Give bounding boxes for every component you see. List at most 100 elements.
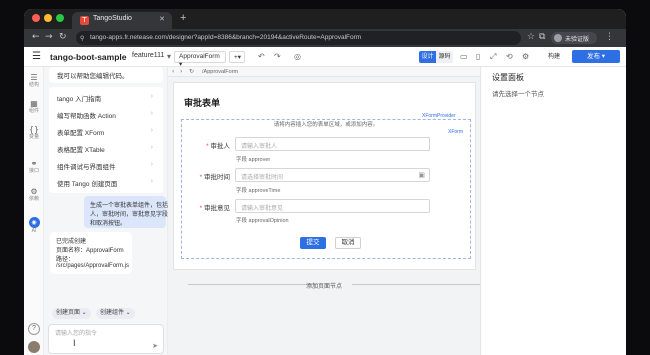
rail-item-outline[interactable]: ☰ 结构 xyxy=(24,73,44,88)
browser-tab[interactable]: T TangoStudio ✕ xyxy=(72,12,172,29)
suggestion-menu: tango 入门指南 › 编写帮助函数 Action › 表单配置 XForm › 表… xyxy=(49,87,163,193)
desktop-view-icon[interactable]: ▭ xyxy=(460,52,468,61)
redo-icon[interactable]: ↷ xyxy=(274,52,281,61)
chevron-right-icon: › xyxy=(150,110,153,117)
branch-name[interactable]: feature111 xyxy=(132,52,164,59)
new-tab-icon[interactable]: + xyxy=(180,12,186,24)
approve-time-placeholder: 请选择审批时间 xyxy=(241,175,284,181)
opinion-input[interactable]: 请输入审批意见 xyxy=(235,199,430,213)
back-icon[interactable]: ← xyxy=(32,32,40,43)
help-icon[interactable]: ? xyxy=(28,323,40,335)
source-mode-tab[interactable]: 源码 xyxy=(436,51,453,63)
canvas-route-path[interactable]: /ApprovalForm xyxy=(202,69,238,75)
field-label-text: 审批时间 xyxy=(204,174,230,181)
mode-switch[interactable]: 设计 源码 xyxy=(419,51,453,63)
approve-time-picker[interactable]: 请选择审批时间 ▣ xyxy=(235,168,430,182)
opinion-label: * 审批意见 xyxy=(199,205,230,212)
rail-item-dependency[interactable]: ⚙ 依赖 xyxy=(24,187,44,202)
quick-chip[interactable]: 创建组件 ⌄ xyxy=(96,308,135,319)
bookmark-icon[interactable]: ☆ xyxy=(527,32,535,43)
menu-item[interactable]: 使用 Tango 创建页面 › xyxy=(57,178,157,188)
site-info-icon[interactable]: ⚲ xyxy=(80,33,84,44)
text-cursor-icon: I xyxy=(73,338,76,348)
fullscreen-icon[interactable]: ⤢ xyxy=(490,52,496,61)
menu-item-label: 表格配置 XTable xyxy=(57,147,105,154)
send-icon[interactable]: ➤ xyxy=(152,342,158,350)
settings-title: 设置面板 xyxy=(492,73,524,82)
rail-label: AI xyxy=(31,228,37,234)
minimize-window-icon[interactable] xyxy=(44,14,52,22)
history-icon[interactable]: ⟲ xyxy=(506,52,513,61)
design-canvas: ‹ › ↻ /ApprovalForm 审批表单 XFormProvider 请… xyxy=(168,67,482,355)
undo-icon[interactable]: ↶ xyxy=(258,52,265,61)
maximize-window-icon[interactable] xyxy=(56,14,64,22)
branch-dropdown-icon[interactable]: ▾ xyxy=(167,52,171,61)
menu-item-label: 组件调试与界面组件 xyxy=(57,164,116,171)
settings-panel: 设置面板 请先选择一个节点 xyxy=(480,67,626,355)
add-button[interactable]: +▾ xyxy=(229,51,245,63)
settings-empty-hint: 请先选择一个节点 xyxy=(492,91,544,98)
more-menu-icon[interactable]: ⋮ xyxy=(605,32,614,43)
tab-close-icon[interactable]: ✕ xyxy=(159,15,165,23)
page-title: 审批表单 xyxy=(184,98,221,108)
route-select[interactable]: ApprovalForm ▾ xyxy=(174,51,226,68)
chat-input-placeholder: 请输入您的指令 xyxy=(55,331,98,337)
profile-label: 未验证版 xyxy=(565,37,590,43)
add-page-node[interactable]: 添加页面节点 xyxy=(168,281,480,290)
field-label-text: 审批人 xyxy=(210,143,231,150)
menu-item[interactable]: 编写帮助函数 Action › xyxy=(57,110,157,120)
rail-label: 结构 xyxy=(28,82,39,88)
rail-item-ai[interactable]: ◉ AI xyxy=(24,217,44,234)
rail-item-variables[interactable]: {} 变量 xyxy=(24,125,44,140)
components-icon: ▦ xyxy=(30,99,38,108)
profile-button[interactable]: 未验证版 xyxy=(551,32,597,44)
close-window-icon[interactable] xyxy=(32,14,40,22)
rail-item-api[interactable]: ⚭ 接口 xyxy=(24,159,44,174)
reload-icon[interactable]: ↻ xyxy=(59,32,67,43)
preview-icon[interactable]: ◎ xyxy=(294,52,301,61)
menu-item[interactable]: 组件调试与界面组件 › xyxy=(57,161,157,171)
refresh-icon[interactable]: ↻ xyxy=(189,68,194,76)
approve-time-label: * 审批时间 xyxy=(199,174,230,181)
ai-message-line: 已完成创建 xyxy=(56,239,87,245)
extensions-icon[interactable]: ⧉ xyxy=(539,32,545,43)
calendar-icon[interactable]: ▣ xyxy=(418,171,425,180)
xform-tag[interactable]: XForm xyxy=(448,129,463,135)
approver-placeholder: 请输入审批人 xyxy=(241,144,278,150)
submit-button[interactable]: 提交 xyxy=(300,237,326,249)
approver-input[interactable]: 请输入审批人 xyxy=(235,137,430,151)
url-field[interactable]: ⚲ tango-apps.fr.netease.com/designer?app… xyxy=(76,31,521,45)
link-icon: ⚭ xyxy=(30,159,38,168)
forward-icon[interactable]: → xyxy=(45,32,53,43)
divider xyxy=(352,284,482,285)
rail-label: 组件 xyxy=(28,108,39,114)
build-button[interactable]: 构建 xyxy=(543,51,565,63)
rail-item-components[interactable]: ▦ 组件 xyxy=(24,99,44,114)
ai-message-line[interactable]: /src/pages/ApprovalForm.js xyxy=(56,263,129,269)
menu-item[interactable]: 表单配置 XForm › xyxy=(57,127,157,137)
avatar[interactable] xyxy=(28,341,40,353)
cancel-button[interactable]: 取消 xyxy=(335,237,361,249)
approver-field-name: 字段 approver xyxy=(236,157,271,163)
left-rail: ☰ 结构 ▦ 组件 {} 变量 ⚭ 接口 ⚙ 依赖 ◉ AI ? xyxy=(24,67,44,355)
mobile-view-icon[interactable]: ▯ xyxy=(476,52,480,61)
publish-button[interactable]: 发布 ▾ xyxy=(572,50,620,63)
chevron-right-icon: › xyxy=(150,161,153,168)
menu-item[interactable]: 表格配置 XTable › xyxy=(57,144,157,154)
publish-label: 发布 xyxy=(586,53,600,60)
menu-item-label: 使用 Tango 创建页面 xyxy=(57,181,118,188)
settings-icon[interactable]: ⚙ xyxy=(522,52,529,61)
design-mode-tab[interactable]: 设计 xyxy=(419,51,436,63)
rail-label: 接口 xyxy=(28,168,39,174)
menu-icon[interactable]: ☰ xyxy=(32,52,41,62)
chat-input[interactable]: 请输入您的指令 I ➤ xyxy=(48,324,164,354)
forward-icon[interactable]: › xyxy=(180,68,182,76)
ai-message-line: 路径： xyxy=(56,257,75,263)
intro-text: 我可以帮助您编辑代码。 xyxy=(57,73,129,80)
intro-card: 我可以帮助您编辑代码。 xyxy=(49,67,163,83)
back-icon[interactable]: ‹ xyxy=(172,68,174,76)
assistant-panel: 我可以帮助您编辑代码。 tango 入门指南 › 编写帮助函数 Action › 表… xyxy=(44,67,186,355)
dependency-icon: ⚙ xyxy=(30,187,38,196)
menu-item[interactable]: tango 入门指南 › xyxy=(57,93,157,103)
quick-chip[interactable]: 创建页面 ⌄ xyxy=(52,308,91,319)
